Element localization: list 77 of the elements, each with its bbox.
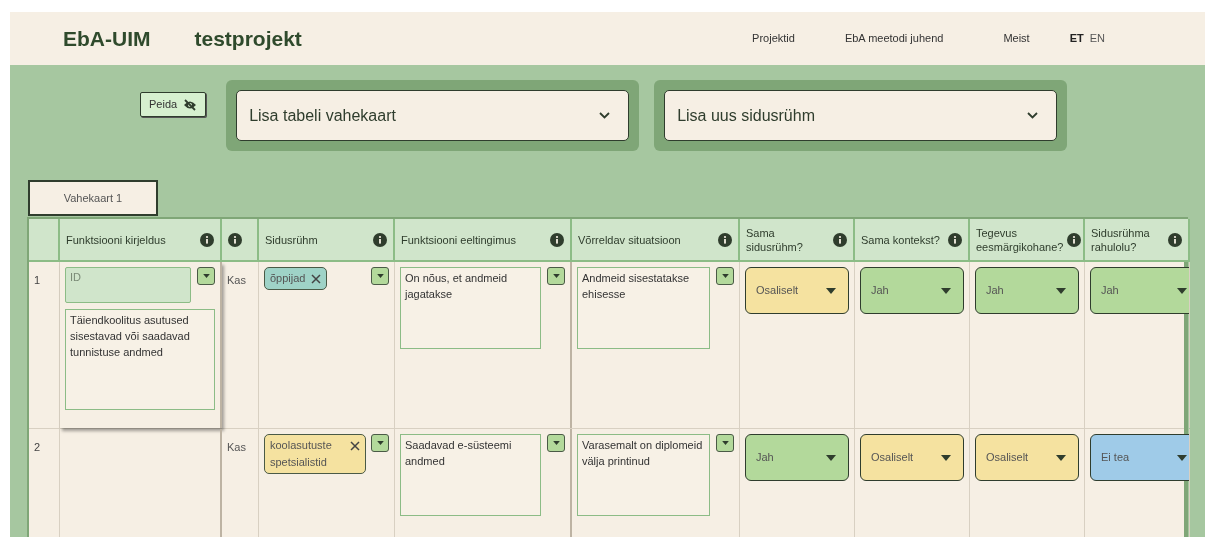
nav-link[interactable]: Meist [1003,30,1030,47]
stakeholder-tag[interactable]: koolasutuste spetsialistid [264,434,366,474]
answer-select[interactable]: Ei tea [1090,434,1189,481]
text-area[interactable]: Varasemalt on diplomeid välja printinud [577,434,710,516]
text-area[interactable]: Andmeid sisestatakse ehisesse [577,267,710,349]
answer-select[interactable]: Osaliselt [745,267,849,314]
caret-icon [721,441,729,445]
dropdown-button[interactable] [197,267,215,285]
column-title: Sidusrühma rahulolu? [1091,225,1151,254]
info-icon[interactable] [228,232,242,247]
info-icon[interactable] [1067,232,1082,247]
info-icon[interactable] [833,232,847,247]
text-area[interactable]: Saadavad e-süsteemi andmed [400,434,541,516]
caret-icon [376,274,384,278]
caret-icon [1056,454,1066,461]
nav-link[interactable]: EbA meetodi juhend [844,30,944,47]
answer-select[interactable]: Jah [975,267,1079,314]
nav-link[interactable]: Projektid [752,30,795,47]
project-title: testprojekt [194,25,302,52]
column-title: Funktsiooni kirjeldus [66,232,166,247]
question-label: Kas [227,274,246,286]
dropdown-button[interactable] [371,267,389,285]
hide-button[interactable]: Peida [140,92,207,117]
caret-icon [552,441,560,445]
caret-icon [1056,287,1066,294]
id-field[interactable]: ID [65,267,191,303]
eye-off-icon [183,98,198,111]
column-title: Funktsiooni eeltingimus [401,232,516,247]
info-icon[interactable] [550,232,564,247]
chevron-down-icon [599,112,611,119]
caret-icon [552,274,560,278]
caret-icon [941,287,951,294]
language-link[interactable]: EN [1089,30,1105,47]
answer-select[interactable]: Jah [1090,267,1189,314]
text-area[interactable]: Täiendkoolitus asutused sisestavad või saadavad tunnistuse andmed [65,309,215,410]
caret-icon [826,454,836,461]
dropdown-button[interactable] [371,434,389,452]
caret-icon [202,274,210,278]
caret-icon [941,454,951,461]
answer-select[interactable]: Jah [745,434,849,481]
info-icon[interactable] [373,232,387,247]
info-icon[interactable] [1168,232,1182,247]
tag-label: õppijad [270,271,306,286]
column-title: Sidusrühm [265,232,318,247]
dropdown-button[interactable] [716,434,734,452]
dropdown-button[interactable] [547,434,565,452]
caret-icon [826,287,836,294]
dropdown-button[interactable] [716,267,734,285]
caret-icon [721,274,729,278]
caret-icon [1177,287,1187,294]
info-icon[interactable] [718,232,732,247]
column-title: Sama sidusrühm? [746,225,804,254]
info-icon[interactable] [948,232,962,247]
row-number: 2 [34,441,41,453]
text-area[interactable]: On nõus, et andmeid jagatakse [400,267,541,349]
answer-select[interactable]: Osaliselt [860,434,964,481]
dropdown-select[interactable]: Lisa uus sidusrühm [664,90,1058,141]
info-icon[interactable] [200,232,214,247]
column-title: Sama kontekst? [861,232,940,247]
answer-select[interactable]: Jah [860,267,964,314]
language-link[interactable]: ET [1069,30,1084,47]
column-title: Tegevus eesmärgikohane? [976,225,1064,254]
caret-icon [1177,454,1187,461]
tab[interactable]: Vahekaart 1 [28,180,158,216]
question-label: Kas [227,441,246,453]
app-logo[interactable]: EbA-UIM [63,22,151,55]
caret-icon [376,441,384,445]
row-number: 1 [34,274,41,286]
answer-select[interactable]: Osaliselt [975,434,1079,481]
close-icon[interactable] [311,274,322,284]
stakeholder-tag[interactable]: õppijad [264,267,328,290]
chevron-down-icon [1027,112,1039,119]
dropdown-select[interactable]: Lisa tabeli vahekaart [236,90,630,141]
column-title: Võrreldav situatsioon [578,232,681,247]
tag-label: koolasutuste spetsialistid [270,438,333,470]
close-icon[interactable] [350,441,360,451]
dropdown-button[interactable] [547,267,565,285]
